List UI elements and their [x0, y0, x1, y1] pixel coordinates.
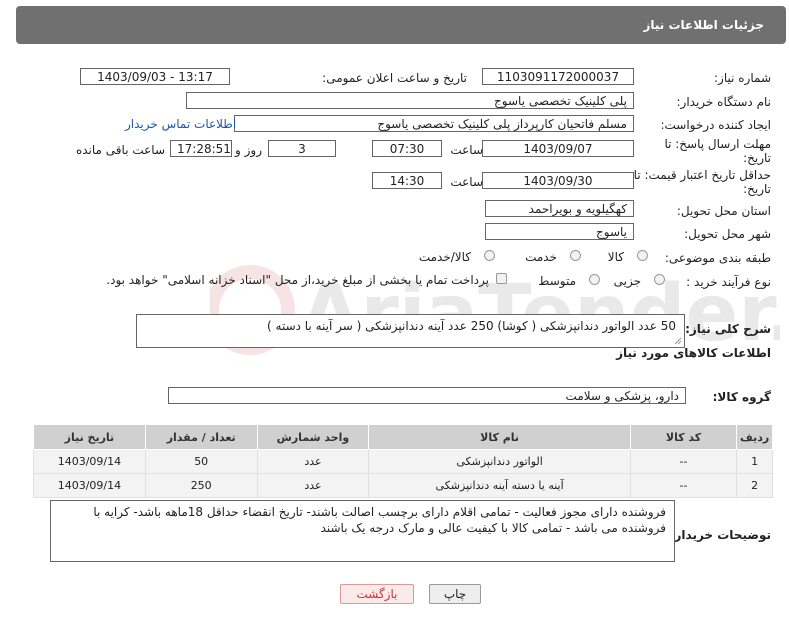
- treasury-payment-checkbox[interactable]: [496, 273, 507, 284]
- table-row: 1 -- الواتور دندانپزشکی عدد 50 1403/09/1…: [33, 449, 773, 474]
- treasury-payment-note: پرداخت تمام یا بخشی از مبلغ خرید،از محل …: [106, 273, 489, 287]
- validity-time-field: 14:30: [372, 172, 442, 189]
- send-date-field: 1403/09/07: [482, 140, 634, 157]
- table-row: 2 -- آینه یا دسته آینه دندانپزشکی عدد 25…: [33, 473, 773, 498]
- goods-table: ردیف کد کالا نام کالا واحد شمارش تعداد /…: [33, 424, 773, 498]
- cell-row: 1: [736, 449, 773, 474]
- cell-date: 1403/09/14: [33, 473, 146, 498]
- category-goods-service-label: کالا/خدمت: [418, 250, 471, 264]
- need-number-field: 1103091172000037: [482, 68, 634, 85]
- page-title: جزئیات اطلاعات نیاز: [643, 18, 764, 32]
- send-time-field: 07:30: [372, 140, 442, 157]
- send-deadline-label: مهلت ارسال پاسخ: تا تاریخ:: [664, 137, 771, 165]
- goods-info-heading: اطلاعات کالاهای مورد نیاز: [616, 346, 771, 360]
- validity-date-field: 1403/09/30: [482, 172, 634, 189]
- price-validity-label: حداقل تاریخ اعتبار قیمت: تا تاریخ:: [633, 168, 771, 196]
- col-unit: واحد شمارش: [256, 424, 370, 450]
- goods-group-label: گروه کالا:: [712, 390, 771, 404]
- purchase-type-label: نوع فرآیند خرید :: [686, 275, 771, 289]
- cell-unit: عدد: [256, 473, 370, 498]
- city-field: یاسوج: [485, 223, 634, 240]
- page-header: جزئیات اطلاعات نیاز: [16, 6, 786, 44]
- purchase-medium-label: متوسط: [538, 274, 576, 288]
- cell-unit: عدد: [256, 449, 370, 474]
- cell-qty: 50: [144, 449, 258, 474]
- need-desc-label: شرح کلی نیاز:: [685, 322, 771, 336]
- buyer-org-label: نام دستگاه خریدار:: [676, 95, 772, 109]
- cell-qty: 250: [144, 473, 258, 498]
- cell-row: 2: [736, 473, 773, 498]
- col-date: تاریخ نیاز: [33, 424, 146, 450]
- category-service-radio[interactable]: [570, 250, 581, 261]
- cell-name: الواتور دندانپزشکی: [368, 449, 631, 474]
- send-time-label: ساعت: [450, 143, 483, 157]
- announce-datetime-field: 1403/09/03 - 13:17: [80, 68, 230, 85]
- table-header-row: ردیف کد کالا نام کالا واحد شمارش تعداد /…: [33, 424, 773, 450]
- need-desc-textarea[interactable]: 50 عدد الواتور دندانپزشکی ( کوشا) 250 عد…: [136, 314, 685, 348]
- province-label: استان محل تحویل:: [676, 204, 771, 218]
- category-label: طبقه بندی موضوعی:: [664, 251, 771, 265]
- validity-time-label: ساعت: [450, 175, 483, 189]
- resize-grip-icon[interactable]: [674, 337, 682, 345]
- province-field: کهگیلویه و بویراحمد: [485, 200, 634, 217]
- remaining-time-field: 17:28:51: [170, 140, 232, 157]
- cell-name: آینه یا دسته آینه دندانپزشکی: [368, 473, 631, 498]
- contact-info-link[interactable]: اطلاعات تماس خریدار: [125, 117, 236, 131]
- cell-date: 1403/09/14: [33, 449, 146, 474]
- remaining-label: ساعت باقی مانده: [75, 143, 165, 157]
- category-goods-radio[interactable]: [637, 250, 648, 261]
- cell-code: --: [629, 473, 738, 498]
- city-label: شهر محل تحویل:: [684, 227, 771, 241]
- purchase-small-label: جزیی: [613, 274, 641, 288]
- goods-group-field: دارو، پزشکی و سلامت: [168, 387, 686, 404]
- need-number-label: شماره نیاز:: [714, 71, 771, 85]
- requester-label: ایجاد کننده درخواست:: [660, 118, 771, 132]
- need-desc-text: 50 عدد الواتور دندانپزشکی ( کوشا) 250 عد…: [267, 319, 676, 333]
- days-and-label: روز و: [235, 143, 262, 157]
- buyer-notes-text: فروشنده دارای مجوز فعالیت - تمامی اقلام …: [93, 505, 666, 535]
- purchase-small-radio[interactable]: [654, 274, 665, 285]
- buyer-org-field: پلی کلینیک تخصصی یاسوج: [186, 92, 634, 109]
- back-button[interactable]: بازگشت: [340, 584, 414, 604]
- col-code: کد کالا: [629, 424, 738, 450]
- buyer-notes-label: توضیحات خریدار:: [669, 528, 771, 542]
- buyer-notes-textarea[interactable]: فروشنده دارای مجوز فعالیت - تمامی اقلام …: [50, 500, 675, 562]
- col-name: نام کالا: [368, 424, 631, 450]
- cell-code: --: [629, 449, 738, 474]
- category-goods-label: کالا: [607, 250, 624, 264]
- col-row: ردیف: [736, 424, 773, 450]
- requester-field: مسلم فاتحیان کارپرداز پلی کلینیک تخصصی ی…: [234, 115, 634, 132]
- print-button[interactable]: چاپ: [429, 584, 481, 604]
- col-qty: تعداد / مقدار: [144, 424, 258, 450]
- category-service-label: خدمت: [525, 250, 557, 264]
- announce-datetime-label: تاریخ و ساعت اعلان عمومی:: [322, 71, 467, 85]
- days-field: 3: [268, 140, 336, 157]
- category-goods-service-radio[interactable]: [484, 250, 495, 261]
- purchase-medium-radio[interactable]: [589, 274, 600, 285]
